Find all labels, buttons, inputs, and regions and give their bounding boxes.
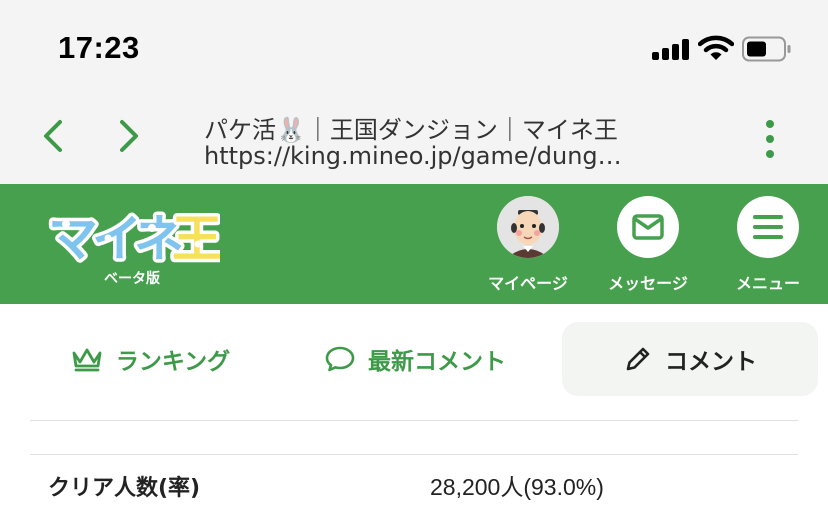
tab-latest-comments-label: 最新コメント xyxy=(368,349,506,375)
clear-count-label: クリア人数(率) xyxy=(48,476,201,501)
tab-latest-comments[interactable]: 最新コメント xyxy=(292,322,538,396)
mineo-king-logo[interactable]: マ イ ネ 王 xyxy=(48,202,220,269)
tab-ranking-label: ランキング xyxy=(115,349,231,375)
speech-bubble-icon xyxy=(325,346,355,372)
page-title[interactable]: パケ活🐰｜王国ダンジョン｜マイネ王 xyxy=(204,110,664,145)
envelope-icon xyxy=(632,214,664,240)
menu-icon-circle xyxy=(737,196,799,258)
svg-text:マ: マ xyxy=(48,210,98,268)
tab-ranking[interactable]: ランキング xyxy=(30,322,270,396)
content-tabs: ランキング 最新コメント コメント xyxy=(0,304,828,420)
status-bar: 17:23 xyxy=(0,0,828,96)
svg-text:王: 王 xyxy=(172,210,220,268)
avatar-face-icon xyxy=(497,196,559,258)
menu-label: メニュー xyxy=(735,274,800,293)
clear-count-value: 28,200人(93.0%) xyxy=(430,474,604,500)
site-header: マ イ ネ 王 ベータ版 マイページ メッセージ メニュー xyxy=(0,184,828,304)
mypage-label: マイページ xyxy=(488,274,568,293)
tab-comment[interactable]: コメント xyxy=(562,322,818,396)
tab-comment-label: コメント xyxy=(665,349,757,375)
hamburger-menu-icon xyxy=(753,215,783,239)
message-button[interactable]: メッセージ xyxy=(593,196,703,300)
back-arrow-icon[interactable] xyxy=(38,116,68,156)
avatar xyxy=(497,196,559,258)
wifi-icon xyxy=(698,35,734,60)
page-url[interactable]: https://king.mineo.jp/game/dung… xyxy=(204,142,634,170)
browser-toolbar: パケ活🐰｜王国ダンジョン｜マイネ王 https://king.mineo.jp/… xyxy=(0,96,828,184)
pencil-icon xyxy=(626,347,650,371)
forward-arrow-icon[interactable] xyxy=(114,116,144,156)
crown-icon xyxy=(72,348,102,372)
message-icon-circle xyxy=(617,196,679,258)
message-label: メッセージ xyxy=(608,274,688,293)
more-options-icon[interactable] xyxy=(758,118,782,160)
divider xyxy=(30,420,798,421)
mypage-button[interactable]: マイページ xyxy=(473,196,583,300)
beta-label: ベータ版 xyxy=(104,271,160,287)
cellular-signal-icon xyxy=(652,38,690,60)
menu-button[interactable]: メニュー xyxy=(713,196,823,300)
battery-icon xyxy=(742,36,791,62)
status-time: 17:23 xyxy=(58,30,140,65)
divider xyxy=(30,454,798,455)
